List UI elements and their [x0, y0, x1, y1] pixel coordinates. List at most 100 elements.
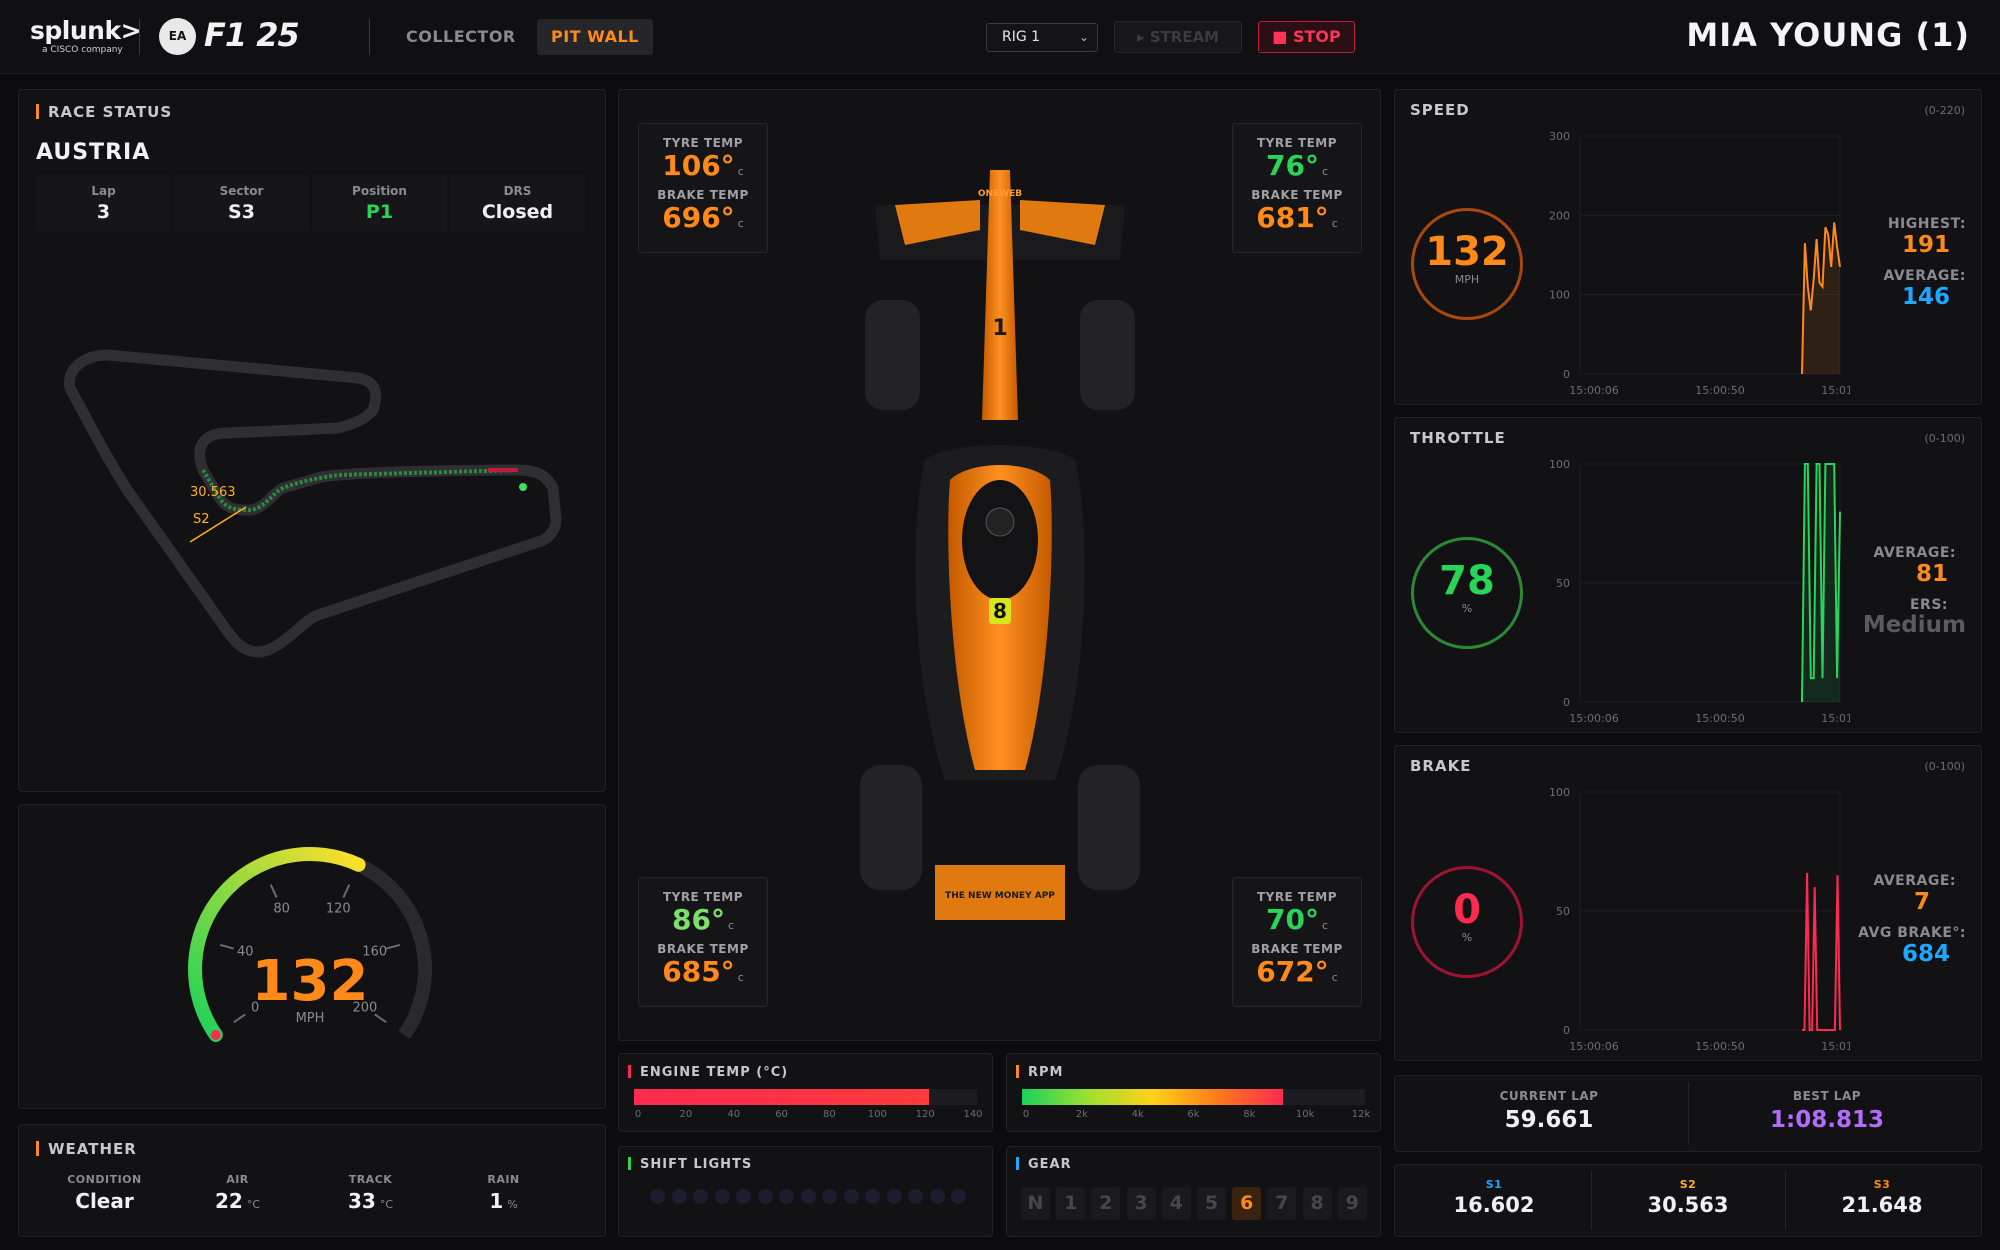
engine-temp-track — [634, 1089, 977, 1105]
stream-button[interactable]: ▸ STREAM — [1114, 21, 1242, 53]
brake-range: (0-100) — [1924, 760, 1965, 773]
rear-left-wheel — [860, 765, 922, 890]
drs-label: DRS — [503, 184, 532, 198]
sector-marker-label: S2 — [193, 512, 210, 527]
tyre-temp-value: 106° — [662, 149, 735, 182]
bar-tick-label: 0 — [634, 1109, 642, 1120]
bar-tick-label: 10k — [1295, 1109, 1315, 1120]
position-label: Position — [352, 184, 407, 198]
sector-time-value: 16.602 — [1453, 1193, 1535, 1217]
brake-dial-unit: % — [1461, 931, 1473, 944]
speed-average-value: 146 — [1901, 284, 1950, 310]
throttle-average-label: AVERAGE: — [1873, 545, 1956, 561]
weather-item-unit: °C — [246, 1198, 261, 1211]
y-tick-label: 200 — [1549, 209, 1570, 222]
f1-25-logo: F1 25 — [204, 16, 300, 54]
current-lap-value: 59.661 — [1504, 1107, 1594, 1133]
top-header: splunk> a CISCO company EA F1 25 COLLECT… — [0, 0, 2000, 74]
halo — [985, 507, 1015, 537]
bar-tick-label: 0 — [1022, 1109, 1030, 1120]
best-lap-label: BEST LAP — [1792, 1089, 1862, 1103]
throttle-range: (0-100) — [1924, 432, 1965, 445]
sector-time-label: 30.563 — [190, 485, 236, 500]
sector-time-label: S3 — [1873, 1178, 1891, 1191]
brake-temp-value: 672° — [1256, 955, 1329, 988]
gauge-tick-label: 120 — [326, 901, 351, 916]
front-right-wheel — [1080, 300, 1135, 410]
weather-title: WEATHER — [36, 1140, 137, 1158]
brake-average-value: 7 — [1913, 889, 1930, 915]
speed-average-label: AVERAGE: — [1883, 268, 1966, 284]
car-front-sponsor: ONEWEB — [978, 189, 1022, 199]
gauge-tick — [233, 1013, 246, 1024]
weather-item-unit: % — [507, 1198, 518, 1211]
tyre-rear-right: TYRE TEMP 70° c BRAKE TEMP 672° c — [1232, 877, 1362, 1007]
shift-light — [757, 1189, 773, 1204]
tab-collector[interactable]: COLLECTOR — [392, 19, 530, 55]
shift-light — [693, 1189, 708, 1204]
gauge-tick — [219, 943, 234, 950]
speedo-value: 132 — [252, 949, 369, 1014]
weather-item-label: TRACK — [348, 1173, 393, 1186]
ers-label: ERS: — [1909, 597, 1948, 613]
cisco-subtitle: a CISCO company — [42, 45, 123, 55]
brake-temp-value: 696° — [662, 201, 735, 234]
tyre-temp-label: TYRE TEMP — [662, 136, 744, 150]
tyre-rear-left: TYRE TEMP 86° c BRAKE TEMP 685° c — [638, 877, 768, 1007]
bar-tick-label: 80 — [823, 1109, 836, 1120]
chevron-down-icon: ⌄ — [1078, 30, 1089, 44]
lap-divider — [1688, 1082, 1689, 1145]
weather-item-value: 22 °C — [214, 1189, 261, 1213]
sector-time-label: S2 — [1679, 1178, 1697, 1191]
lap-cell: Lap 3 — [36, 175, 171, 231]
rig-select[interactable]: RIG 1 ⌄ — [986, 23, 1098, 52]
engine-temp-fill — [634, 1089, 929, 1105]
tab-pit-wall[interactable]: PIT WALL — [537, 19, 653, 55]
weather-item-label: CONDITION — [67, 1173, 142, 1186]
speedometer-gauge: 04080 120160200 132 MPH — [188, 847, 432, 1042]
avg-brake-temp-value: 684 — [1901, 941, 1950, 967]
sector-divider — [1591, 1171, 1592, 1230]
tyre-temp-value: 86° — [671, 903, 725, 936]
lap-label: Lap — [91, 184, 116, 198]
bar-tick-label: 6k — [1187, 1109, 1200, 1120]
y-tick-label: 100 — [1549, 289, 1570, 302]
x-tick-label: 15:01:36 — [1821, 712, 1850, 725]
rpm-track — [1022, 1089, 1365, 1105]
shift-light — [951, 1189, 966, 1204]
shift-light — [843, 1189, 859, 1204]
engine-temp-title: ENGINE TEMP (°C) — [628, 1065, 788, 1080]
shift-light — [779, 1189, 794, 1204]
stop-button[interactable]: ■ STOP — [1258, 21, 1355, 53]
brake-title: BRAKE — [1410, 757, 1472, 775]
weather-item-air: AIR 22 °C — [175, 1173, 300, 1213]
y-tick-label: 50 — [1556, 577, 1570, 590]
x-tick-label: 15:00:06 — [1569, 712, 1618, 725]
speedo-unit: MPH — [296, 1011, 325, 1026]
drs-cell: DRS Closed — [450, 175, 585, 231]
weather-item-rain: RAIN 1% — [441, 1173, 566, 1213]
gauge-tick — [269, 884, 278, 898]
bar-tick-label: 120 — [915, 1109, 935, 1120]
shift-light — [886, 1189, 902, 1204]
brake-chart: 0 50 100 15:00:06 15:00:50 15:01:36 — [1549, 786, 1850, 1053]
car-rear-sponsor: THE NEW MONEY APP — [945, 891, 1055, 901]
chart-frame — [1579, 135, 1841, 375]
shift-light — [865, 1189, 880, 1204]
speed-range: (0-220) — [1924, 104, 1965, 117]
brake-temp-value: 681° — [1256, 201, 1329, 234]
chart-series-line — [1802, 872, 1841, 1031]
position-value: P1 — [365, 201, 394, 223]
car-number: 1 — [992, 316, 1007, 341]
header-divider — [139, 19, 140, 55]
weather-item-value: Clear — [75, 1189, 134, 1213]
speed-chart: 0 100 200 300 15:00:06 15:00:50 15:01:36 — [1549, 130, 1850, 397]
x-tick-label: 15:00:50 — [1695, 1040, 1744, 1053]
gauge-start-dot — [210, 1029, 221, 1040]
gear-2: 2 — [1091, 1187, 1121, 1220]
y-tick-label: 0 — [1563, 368, 1570, 381]
front-left-wheel — [865, 300, 920, 410]
gear-5: 5 — [1197, 1187, 1226, 1220]
x-tick-label: 15:01:36 — [1821, 1040, 1850, 1053]
bar-tick-label: 8k — [1243, 1109, 1256, 1120]
